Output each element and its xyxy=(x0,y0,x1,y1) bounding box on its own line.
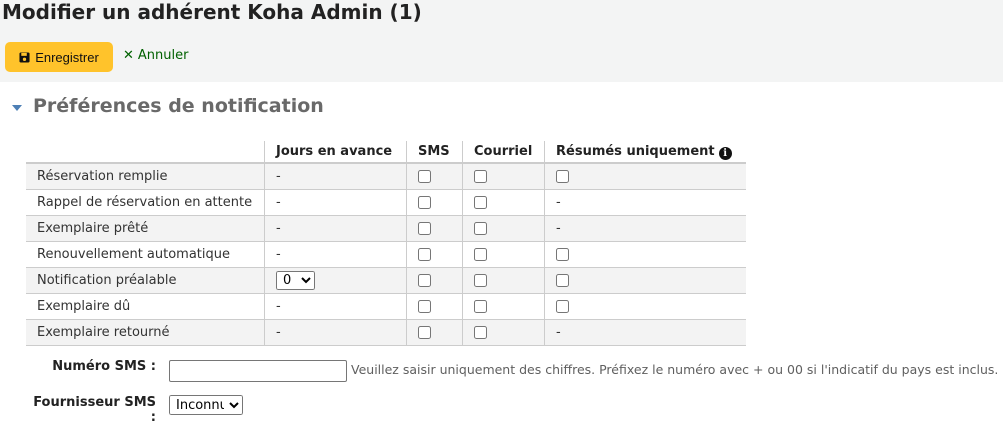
section-heading[interactable]: Préférences de notification xyxy=(12,95,324,117)
days-in-advance-select[interactable]: 0 xyxy=(276,271,315,290)
table-row: Exemplaire retourné - - xyxy=(26,319,746,346)
digest-checkbox[interactable] xyxy=(556,300,569,313)
table-row: Renouvellement automatique - xyxy=(26,241,746,268)
digest-cell: - xyxy=(544,189,746,216)
header-digests-only-label: Résumés uniquement xyxy=(556,143,715,159)
digest-cell xyxy=(544,293,746,320)
save-button-label: Enregistrer xyxy=(35,49,99,65)
digest-cell xyxy=(544,267,746,294)
email-cell xyxy=(462,163,545,190)
sms-cell xyxy=(406,189,463,216)
sms-checkbox[interactable] xyxy=(418,274,431,287)
sms-checkbox[interactable] xyxy=(418,170,431,183)
email-cell xyxy=(462,189,545,216)
sms-checkbox[interactable] xyxy=(418,196,431,209)
header-sms: SMS xyxy=(406,141,463,164)
row-days: - xyxy=(264,293,407,320)
email-checkbox[interactable] xyxy=(474,170,487,183)
sms-provider-select[interactable]: Inconnu xyxy=(169,395,243,415)
email-cell xyxy=(462,215,545,242)
sms-checkbox[interactable] xyxy=(418,222,431,235)
sms-cell xyxy=(406,163,463,190)
save-button[interactable]: Enregistrer xyxy=(5,42,113,72)
row-days: - xyxy=(264,319,407,346)
cancel-link-label: Annuler xyxy=(137,48,189,63)
email-cell xyxy=(462,319,545,346)
row-name: Renouvellement automatique xyxy=(26,241,265,268)
sms-cell xyxy=(406,319,463,346)
header-days-in-advance: Jours en avance xyxy=(264,141,407,164)
table-row: Exemplaire dû - xyxy=(26,293,746,320)
table-header-row: Jours en avance SMS Courriel Résumés uni… xyxy=(26,141,746,164)
sms-checkbox[interactable] xyxy=(418,326,431,339)
row-name: Exemplaire dû xyxy=(26,293,265,320)
sms-checkbox[interactable] xyxy=(418,300,431,313)
table-row: Réservation remplie - xyxy=(26,163,746,190)
row-days: - xyxy=(264,241,407,268)
section-heading-label: Préférences de notification xyxy=(33,95,324,117)
sms-provider-label: Fournisseur SMS : xyxy=(33,395,156,425)
digest-cell: - xyxy=(544,319,746,346)
sms-cell xyxy=(406,293,463,320)
email-checkbox[interactable] xyxy=(474,274,487,287)
row-name: Réservation remplie xyxy=(26,163,265,190)
digest-checkbox[interactable] xyxy=(556,248,569,261)
email-checkbox[interactable] xyxy=(474,248,487,261)
sms-number-hint: Veuillez saisir uniquement des chiffres.… xyxy=(351,362,999,377)
email-cell xyxy=(462,267,545,294)
sms-checkbox[interactable] xyxy=(418,248,431,261)
row-name: Exemplaire prêté xyxy=(26,215,265,242)
floppy-disk-icon xyxy=(19,51,30,63)
email-checkbox[interactable] xyxy=(474,300,487,313)
row-name: Exemplaire retourné xyxy=(26,319,265,346)
header-digests-only: Résumés uniquement i xyxy=(544,141,746,164)
row-days: - xyxy=(264,215,407,242)
sms-cell xyxy=(406,241,463,268)
table-row: Exemplaire prêté - - xyxy=(26,215,746,242)
sms-cell xyxy=(406,267,463,294)
email-checkbox[interactable] xyxy=(474,222,487,235)
header-email: Courriel xyxy=(462,141,545,164)
sms-number-label: Numéro SMS : xyxy=(52,359,156,374)
digest-cell xyxy=(544,163,746,190)
email-cell xyxy=(462,241,545,268)
table-row: Rappel de réservation en attente - - xyxy=(26,189,746,216)
email-checkbox[interactable] xyxy=(474,196,487,209)
table-row: Notification préalable 0 xyxy=(26,267,746,294)
digest-cell xyxy=(544,241,746,268)
row-days: - xyxy=(264,189,407,216)
close-icon: ✕ xyxy=(123,48,134,63)
digest-cell: - xyxy=(544,215,746,242)
caret-down-icon xyxy=(12,105,22,111)
page-title: Modifier un adhérent Koha Admin (1) xyxy=(2,0,422,24)
row-name: Notification préalable xyxy=(26,267,265,294)
header-empty-cell xyxy=(26,141,265,164)
row-name: Rappel de réservation en attente xyxy=(26,189,265,216)
digest-checkbox[interactable] xyxy=(556,274,569,287)
email-checkbox[interactable] xyxy=(474,326,487,339)
sms-number-input[interactable] xyxy=(169,360,347,382)
row-days: - xyxy=(264,163,407,190)
email-cell xyxy=(462,293,545,320)
info-icon[interactable]: i xyxy=(718,146,732,160)
cancel-link[interactable]: ✕ Annuler xyxy=(123,48,188,63)
notification-preferences-table: Jours en avance SMS Courriel Résumés uni… xyxy=(26,141,746,346)
digest-checkbox[interactable] xyxy=(556,170,569,183)
row-days: 0 xyxy=(264,267,407,294)
sms-cell xyxy=(406,215,463,242)
